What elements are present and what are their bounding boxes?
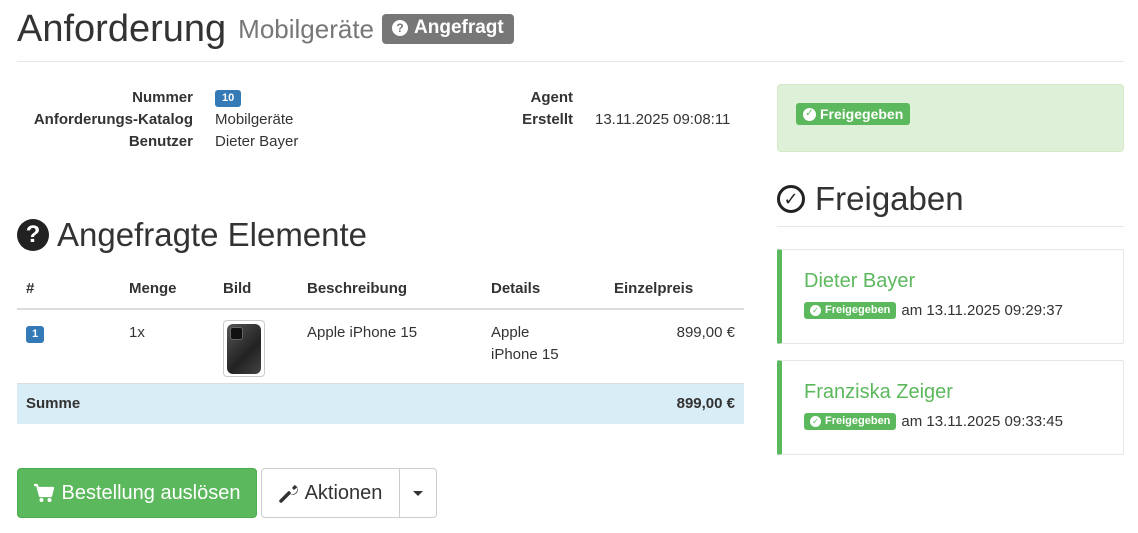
number-badge: 10 (215, 89, 242, 107)
approved-label: ✓ Freigegeben (796, 103, 911, 125)
approved-label: ✓ Freigegeben (804, 302, 897, 319)
phone-graphic (227, 323, 261, 374)
info-value: Dieter Bayer (215, 132, 299, 150)
cell-description: Apple iPhone 15 (298, 308, 482, 383)
table-row: 1 1x Apple iPhone 15 Apple iPhone 15 899… (17, 308, 744, 383)
check-circle-icon: ✓ (810, 305, 821, 316)
column-header: Bild (214, 268, 298, 310)
caret-down-icon (413, 490, 423, 496)
approved-label-text: Freigegeben (820, 106, 904, 122)
sum-label: Summe (17, 382, 605, 424)
info-row-number: Nummer 10 (17, 86, 298, 108)
position-badge: 1 (26, 326, 45, 343)
info-row-catalog: Anforderungs-Katalog Mobilgeräte (17, 108, 298, 130)
column-header: # (17, 268, 120, 310)
approval-card: Dieter Bayer ✓ Freigegeben am 13.11.2025… (777, 249, 1124, 344)
approval-timestamp: am 13.11.2025 09:33:45 (901, 413, 1063, 430)
actions-dropdown-toggle[interactable] (399, 468, 437, 518)
order-button[interactable]: Bestellung auslösen (17, 468, 257, 518)
approved-label-text: Freigegeben (825, 415, 891, 427)
info-label: Erstellt (522, 110, 573, 128)
status-badge-label: Angefragt (414, 17, 504, 38)
column-header: Einzelpreis (605, 268, 744, 310)
approved-label-text: Freigegeben (825, 304, 891, 316)
approval-card: Franziska Zeiger ✓ Freigegeben am 13.11.… (777, 360, 1124, 455)
info-label: Agent (530, 88, 574, 106)
approvals-section-title-text: Freigaben (815, 180, 964, 217)
cart-icon (34, 483, 55, 502)
wrench-icon (278, 485, 298, 503)
info-row-created: Erstellt 13.11.2025 09:08:11 (400, 108, 730, 130)
question-circle-icon: ? (17, 219, 49, 251)
cell-position: 1 (17, 308, 120, 383)
actions-button-label: Aktionen (304, 481, 383, 504)
phone-camera (230, 326, 243, 340)
page-title: Anforderung (17, 8, 227, 50)
info-value: 10 (215, 88, 242, 107)
approval-timestamp: am 13.11.2025 09:29:37 (901, 302, 1063, 319)
approver-name: Dieter Bayer (804, 270, 916, 292)
info-value: 13.11.2025 09:08:11 (595, 110, 731, 128)
cell-details: Apple iPhone 15 (482, 308, 605, 383)
column-header: Menge (120, 268, 214, 310)
request-info-right: Agent Erstellt 13.11.2025 09:08:11 (400, 86, 730, 130)
cell-quantity: 1x (120, 308, 214, 383)
check-circle-icon: ✓ (810, 416, 821, 427)
info-label: Anforderungs-Katalog (33, 110, 193, 128)
sum-value: 899,00 € (605, 382, 744, 424)
cell-price: 899,00 € (605, 308, 744, 383)
page-title-row: Anforderung Mobilgeräte ? Angefragt (17, 6, 1124, 52)
info-label: Benutzer (128, 132, 193, 150)
approved-label: ✓ Freigegeben (804, 413, 897, 430)
check-circle-icon: ✓ (803, 107, 816, 121)
product-image[interactable] (223, 320, 265, 377)
column-header: Details (482, 268, 605, 310)
question-circle-icon: ? (392, 20, 409, 36)
approval-meta: ✓ Freigegeben am 13.11.2025 09:29:37 (804, 302, 1063, 319)
info-row-agent: Agent (400, 86, 730, 108)
column-header: Beschreibung (298, 268, 482, 310)
sum-row: Summe 899,00 € (17, 382, 744, 424)
details-text: Apple iPhone 15 (491, 324, 559, 363)
request-info-left: Nummer 10 Anforderungs-Katalog Mobilgerä… (17, 86, 299, 152)
check-circle-icon: ✓ (777, 185, 805, 213)
items-section-title-text: Angefragte Elemente (57, 216, 368, 253)
info-label: Nummer (132, 88, 193, 106)
info-row-user: Benutzer Dieter Bayer (17, 130, 299, 152)
order-button-label: Bestellung auslösen (61, 481, 241, 504)
items-section-title: ? Angefragte Elemente (17, 216, 367, 254)
page-header: Anforderung Mobilgeräte ? Angefragt (17, 6, 1124, 62)
info-value: Mobilgeräte (215, 110, 294, 128)
approval-status-alert: ✓ Freigegeben (777, 84, 1124, 152)
approvals-section-title: ✓ Freigaben (777, 172, 1124, 227)
table-header-row: # Menge Bild Beschreibung Details Einzel… (17, 268, 744, 310)
cell-image (214, 308, 298, 383)
items-table: # Menge Bild Beschreibung Details Einzel… (17, 268, 744, 424)
approver-name: Franziska Zeiger (804, 381, 953, 403)
page-subtitle: Mobilgeräte (238, 14, 375, 44)
actions-button[interactable]: Aktionen (261, 468, 400, 518)
approval-meta: ✓ Freigegeben am 13.11.2025 09:33:45 (804, 413, 1063, 430)
status-badge: ? Angefragt (382, 14, 514, 44)
